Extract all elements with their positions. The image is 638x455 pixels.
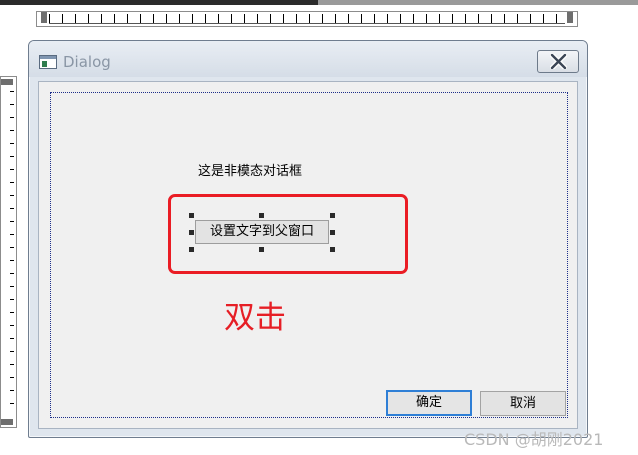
resize-handle-mr[interactable]	[330, 230, 335, 235]
ruler-bottom-marker[interactable]	[1, 419, 13, 425]
top-toolbar-strip-right	[318, 0, 638, 5]
set-text-to-parent-button[interactable]: 设置文字到父窗口	[195, 220, 329, 244]
dialog-titlebar[interactable]: Dialog	[29, 41, 587, 77]
double-click-annotation: 双击	[224, 300, 286, 336]
resize-handle-bl[interactable]	[189, 247, 194, 252]
ruler-top-marker[interactable]	[1, 79, 13, 85]
ruler-right-marker[interactable]	[567, 12, 573, 23]
dialog-client-area: 这是非模态对话框 设置文字到父窗口 双击 确定 取消	[38, 81, 578, 429]
close-x-icon	[550, 54, 567, 69]
ruler-left-marker[interactable]	[41, 12, 47, 23]
close-button[interactable]	[537, 50, 579, 73]
dialog-title: Dialog	[63, 53, 111, 71]
top-toolbar-strip	[0, 0, 638, 5]
resize-handle-br[interactable]	[330, 247, 335, 252]
static-text-label: 这是非模态对话框	[198, 164, 303, 179]
resize-handle-bm[interactable]	[259, 247, 264, 252]
ruler-ticks	[49, 14, 565, 24]
resize-handle-tl[interactable]	[189, 213, 194, 218]
cancel-button[interactable]: 取消	[480, 391, 566, 416]
resize-handle-ml[interactable]	[189, 230, 194, 235]
resize-handle-tr[interactable]	[330, 213, 335, 218]
horizontal-ruler[interactable]	[36, 11, 578, 27]
resize-handle-tm[interactable]	[259, 213, 264, 218]
ruler-ticks-vertical	[10, 91, 14, 413]
vertical-ruler[interactable]	[0, 76, 17, 428]
ok-button[interactable]: 确定	[386, 390, 472, 416]
dialog-window-icon	[39, 55, 57, 69]
dialog-window[interactable]: Dialog 这是非模态对话框 设置文字到父窗口 双击 确定 取消	[28, 40, 588, 438]
watermark: CSDN @胡刚2021	[464, 430, 604, 449]
